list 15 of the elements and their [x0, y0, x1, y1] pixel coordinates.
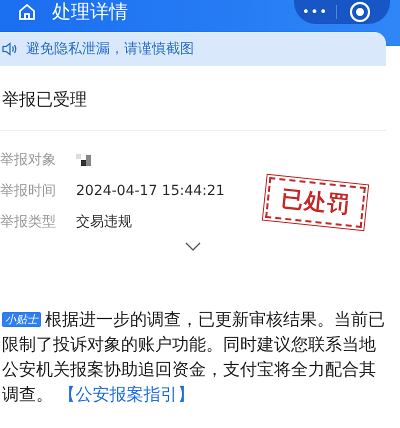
field-value: 2024-04-17 15:44:21: [76, 182, 225, 200]
redacted-icon: [76, 154, 92, 166]
police-guide-link[interactable]: 【公安报案指引】: [58, 384, 194, 404]
field-label: 举报对象: [0, 150, 57, 170]
more-button[interactable]: •••: [294, 6, 336, 18]
status-title: 举报已受理: [0, 66, 386, 130]
notice-text: 避免隐私泄漏，请谨慎截图: [26, 40, 194, 58]
speaker-icon: [2, 42, 18, 56]
field-label: 举报类型: [0, 212, 57, 232]
field-label: 举报时间: [0, 182, 57, 200]
page-title: 处理详情: [52, 0, 128, 25]
home-icon[interactable]: [18, 3, 36, 21]
tip-text: $^{小贴士}$ 根据进一步的调查，已更新审核结果。当前已限制了投诉对象的账户功能。同时建议您联系当地公安机关报案协助追回资金，支付宝将全力配合其调查。 【公安报案指引】: [1, 308, 386, 406]
chevron-down-icon[interactable]: [185, 242, 201, 250]
field-value: 交易违规: [76, 212, 132, 232]
